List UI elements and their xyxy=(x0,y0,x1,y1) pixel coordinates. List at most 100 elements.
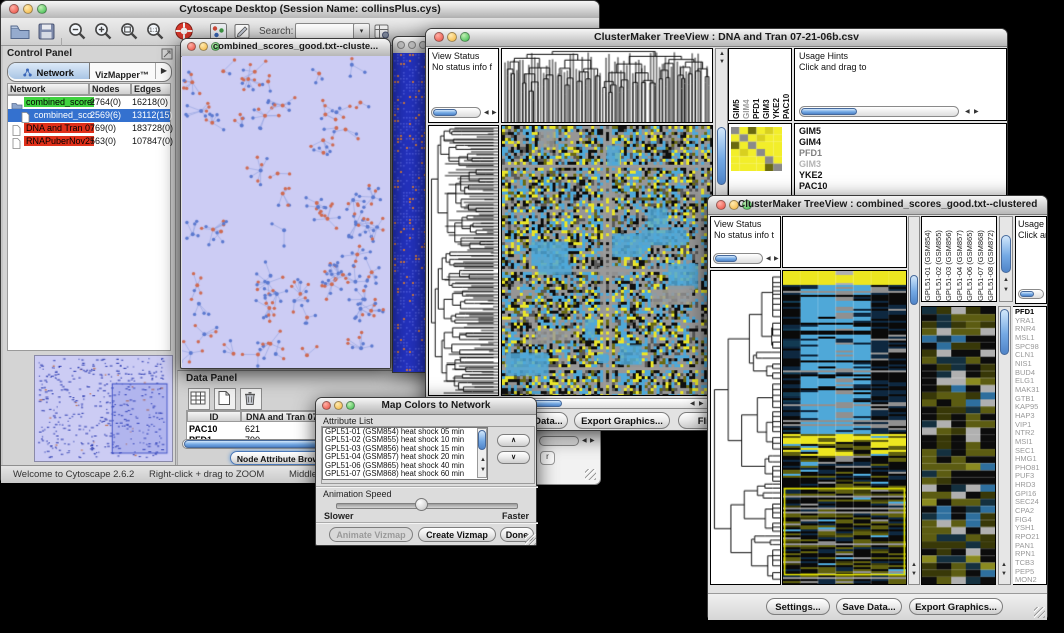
network-row[interactable]: combined_scores2764(0)16218(0) xyxy=(8,96,170,109)
network-row[interactable]: combined_sco2569(6)13112(15) xyxy=(8,109,170,122)
scrollbar-thumb[interactable] xyxy=(1001,235,1011,273)
gene-label[interactable]: PAC10 xyxy=(799,181,1006,192)
gene-label[interactable]: GIM5 xyxy=(799,126,1006,137)
move-down-button[interactable]: ∨ xyxy=(497,451,530,464)
network-row[interactable]: DNA and Tran 07769(0)183728(0) xyxy=(8,122,170,135)
col-nodes[interactable]: Nodes xyxy=(89,83,131,95)
view-status-hscrollbar[interactable] xyxy=(431,107,481,118)
resize-grip[interactable] xyxy=(1034,607,1045,618)
scroll-down-arrow[interactable]: ▼ xyxy=(1001,571,1007,578)
close-button[interactable] xyxy=(9,4,19,14)
array-label[interactable]: YKE2 xyxy=(772,49,781,119)
attribute-list[interactable]: GPL51-01 (GSM854) heat shock 05 minGPL51… xyxy=(322,427,488,480)
array-label[interactable]: GPL51-07 (GSM868) xyxy=(976,217,987,301)
scroll-down-arrow[interactable]: ▼ xyxy=(1003,287,1009,294)
usage-hints-hscrollbar[interactable] xyxy=(1018,289,1044,299)
correlation-matrix-canvas[interactable] xyxy=(731,127,782,171)
attribute-item[interactable]: GPL51-07 (GSM868) heat shock 60 min xyxy=(323,470,487,478)
minimize-button[interactable] xyxy=(334,401,343,410)
gene-label[interactable]: YKE2 xyxy=(799,170,1006,181)
scroll-right-arrow[interactable]: ▶ xyxy=(974,109,979,116)
gene-label[interactable]: PFD1 xyxy=(799,148,1006,159)
main-vscrollbar[interactable]: ▲ ▼ xyxy=(715,48,728,215)
heatmap-canvas[interactable] xyxy=(782,270,907,585)
scroll-down-arrow[interactable]: ▼ xyxy=(719,59,725,66)
scroll-down-arrow[interactable]: ▼ xyxy=(480,467,486,474)
scroll-left-arrow[interactable]: ◀ xyxy=(766,256,771,263)
scroll-right-arrow[interactable]: ▶ xyxy=(492,110,497,117)
create-vizmap-button[interactable]: Create Vizmap xyxy=(418,527,496,542)
main-vscrollbar[interactable]: ▲ ▼ xyxy=(908,216,920,585)
scroll-up-arrow[interactable]: ▲ xyxy=(480,457,486,464)
close-button[interactable] xyxy=(434,32,444,42)
heatmap-canvas[interactable] xyxy=(501,125,713,396)
close-button[interactable] xyxy=(187,42,196,51)
array-label[interactable]: GPL51-08 (GSM872) xyxy=(986,217,997,301)
scrollbar-thumb[interactable] xyxy=(715,255,737,262)
tab-overflow-arrow[interactable]: ▶ xyxy=(155,63,172,79)
scrollbar-thumb[interactable] xyxy=(910,275,918,305)
scroll-left-arrow[interactable]: ◀ xyxy=(582,438,587,445)
scroll-up-arrow[interactable]: ▲ xyxy=(1003,277,1009,284)
network-graph-canvas[interactable] xyxy=(182,56,390,368)
resize-grip[interactable] xyxy=(525,534,536,545)
scroll-down-arrow[interactable]: ▼ xyxy=(911,571,917,578)
export-graphics-button[interactable]: Export Graphics... xyxy=(909,598,1003,615)
scroll-right-arrow[interactable]: ▶ xyxy=(699,401,704,408)
scroll-left-arrow[interactable]: ◀ xyxy=(484,110,489,117)
gene-label[interactable]: GIM4 xyxy=(799,137,1006,148)
main-title-bar[interactable]: Cytoscape Desktop (Session Name: collins… xyxy=(1,1,599,19)
array-label[interactable]: PAC10 xyxy=(782,49,791,119)
scroll-right-arrow[interactable]: ▶ xyxy=(774,256,779,263)
scroll-up-arrow[interactable]: ▲ xyxy=(1001,562,1007,569)
network-view-title-bar[interactable]: combined_scores_good.txt--cluste... xyxy=(181,39,390,57)
scroll-left-arrow[interactable]: ◀ xyxy=(690,401,695,408)
move-up-button[interactable]: ∧ xyxy=(497,434,530,447)
open-folder-icon[interactable] xyxy=(9,21,31,46)
treeview1-title-bar[interactable]: ClusterMaker TreeView : DNA and Tran 07-… xyxy=(426,29,1007,47)
close-button[interactable] xyxy=(397,41,405,49)
treeview2-title-bar[interactable]: ClusterMaker TreeView : combined_scores_… xyxy=(708,196,1047,215)
zoom-heatmap-canvas[interactable] xyxy=(921,306,996,585)
new-attribute-icon[interactable] xyxy=(214,388,236,410)
zoom-in-icon[interactable] xyxy=(93,21,114,47)
slider-thumb[interactable] xyxy=(415,498,428,511)
scrollbar-thumb[interactable] xyxy=(1020,291,1034,297)
save-icon[interactable] xyxy=(37,22,56,46)
id-column-header[interactable]: ID xyxy=(187,411,241,422)
tab-vizmapper[interactable]: VizMapper™ xyxy=(89,63,155,79)
zoom-out-icon[interactable] xyxy=(67,21,88,47)
gene-label[interactable]: GIM3 xyxy=(799,159,1006,170)
array-label[interactable]: GPL51-02 (GSM855) xyxy=(934,217,945,301)
labels-vscrollbar[interactable]: ▲ ▼ xyxy=(999,216,1013,302)
column-dendrogram-canvas[interactable] xyxy=(501,48,713,123)
array-label[interactable]: PFD1 xyxy=(752,49,761,119)
array-label[interactable]: GIM4 xyxy=(742,49,751,119)
usage-hints-hscrollbar[interactable] xyxy=(799,106,959,117)
row-dendrogram-canvas[interactable] xyxy=(428,125,499,396)
resize-grip[interactable] xyxy=(585,469,596,480)
settings-button[interactable]: Settings... xyxy=(766,598,830,615)
gene-label[interactable]: MON2 xyxy=(1015,576,1046,585)
zoom-selected-icon[interactable]: 1:1 xyxy=(145,21,166,47)
delete-attribute-icon[interactable] xyxy=(240,388,262,410)
array-label[interactable]: GIM5 xyxy=(732,49,741,119)
search-input[interactable] xyxy=(295,23,355,39)
array-label[interactable]: GPL51-01 (GSM854) xyxy=(923,217,934,301)
minimize-button[interactable] xyxy=(199,42,208,51)
scroll-left-arrow[interactable]: ◀ xyxy=(965,109,970,116)
table-cell[interactable]: 621 xyxy=(245,424,260,434)
fragment-hscrollbar[interactable] xyxy=(539,436,579,446)
col-network[interactable]: Network xyxy=(7,83,89,95)
table-cell[interactable]: PAC10 xyxy=(189,424,217,434)
scrollbar-thumb[interactable] xyxy=(478,430,486,450)
array-label[interactable]: GIM3 xyxy=(762,49,771,119)
close-button[interactable] xyxy=(322,401,331,410)
array-label[interactable]: GPL51-06 (GSM865) xyxy=(965,217,976,301)
col-edges[interactable]: Edges xyxy=(131,83,171,95)
zoom-fit-icon[interactable] xyxy=(119,21,140,47)
tab-network[interactable]: Network xyxy=(8,63,90,79)
array-label[interactable]: GPL51-04 (GSM857) xyxy=(955,217,966,301)
scrollbar-thumb[interactable] xyxy=(801,108,857,115)
attribute-list-vscrollbar[interactable]: ▲ ▼ xyxy=(477,428,487,478)
